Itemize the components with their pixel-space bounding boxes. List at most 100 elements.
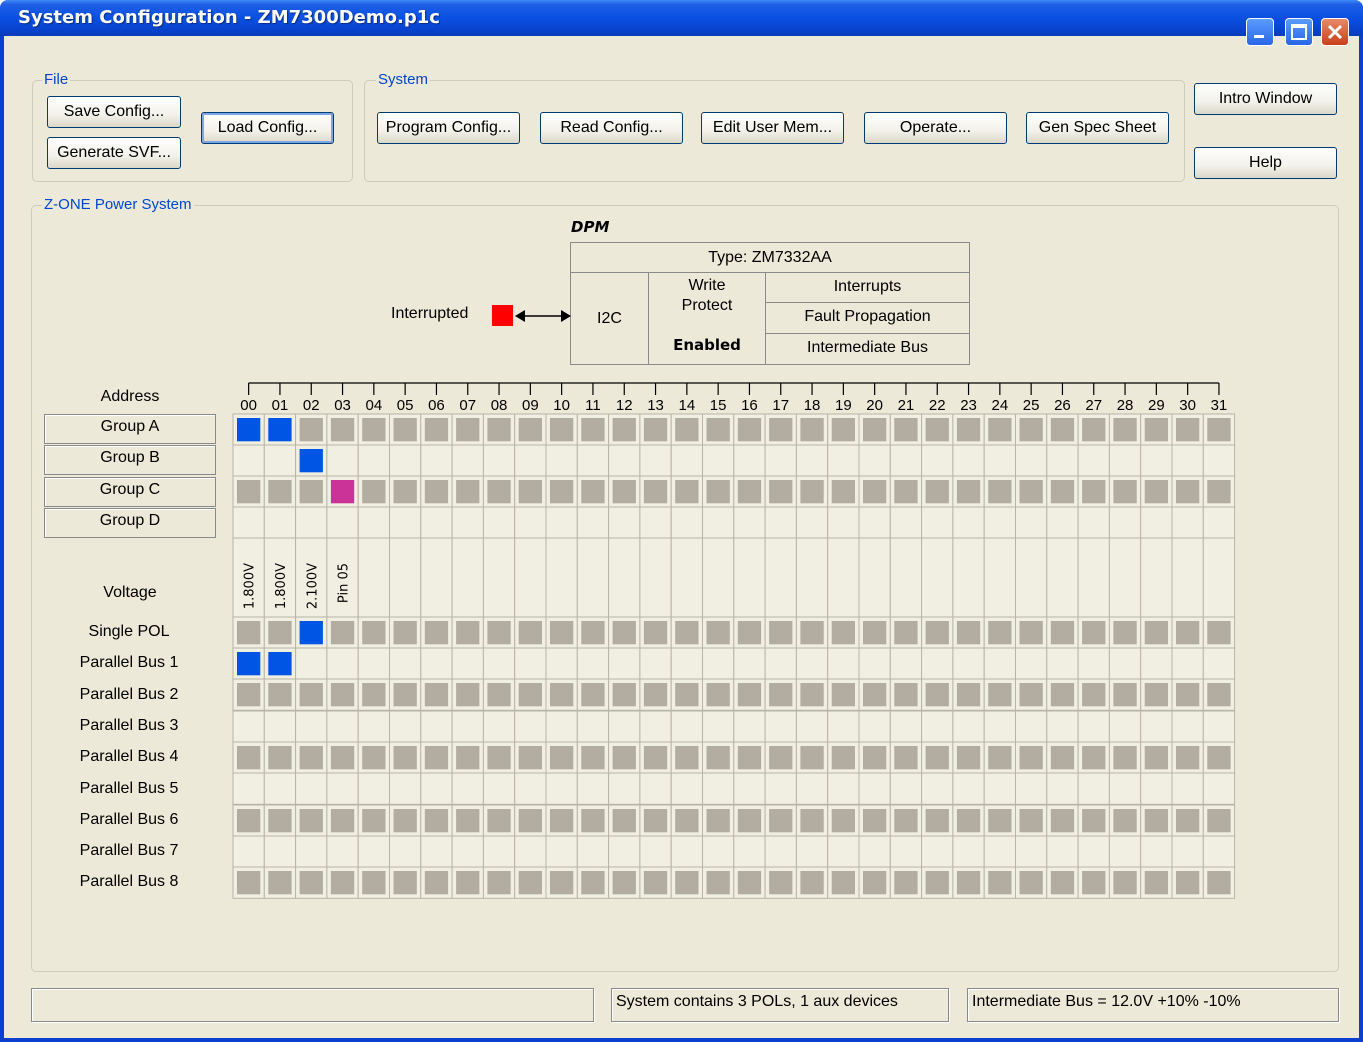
cell-parallel-bus-1-16[interactable] — [733, 647, 766, 680]
cell-group-d-11[interactable] — [576, 506, 610, 539]
cell-parallel-bus-3-20[interactable] — [858, 710, 891, 743]
cell-parallel-bus-3-08[interactable] — [482, 710, 516, 743]
cell-group-d-31[interactable] — [1202, 506, 1236, 539]
cell-parallel-bus-3-16[interactable] — [733, 710, 766, 743]
cell-parallel-bus-3-15[interactable] — [702, 710, 735, 743]
cell-parallel-bus-7-22[interactable] — [921, 835, 954, 868]
cell-parallel-bus-7-30[interactable] — [1171, 835, 1204, 868]
cell-parallel-bus-7-04[interactable] — [357, 835, 391, 868]
cell-group-d-25[interactable] — [1015, 506, 1048, 539]
cell-parallel-bus-3-13[interactable] — [639, 710, 672, 743]
cell-group-d-28[interactable] — [1108, 506, 1142, 539]
cell-parallel-bus-5-15[interactable] — [702, 772, 735, 805]
cell-group-d-26[interactable] — [1046, 506, 1079, 539]
cell-group-d-22[interactable] — [921, 506, 954, 539]
cell-group-d-20[interactable] — [858, 506, 891, 539]
cell-parallel-bus-5-16[interactable] — [733, 772, 766, 805]
cell-parallel-bus-5-23[interactable] — [952, 772, 985, 805]
cell-parallel-bus-5-25[interactable] — [1015, 772, 1048, 805]
cell-group-b-21[interactable] — [889, 444, 923, 477]
cell-group-b-15[interactable] — [702, 444, 735, 477]
cell-parallel-bus-7-00[interactable] — [232, 835, 265, 868]
cell-parallel-bus-1-31[interactable] — [1202, 647, 1236, 680]
cell-group-b-26[interactable] — [1046, 444, 1079, 477]
cell-parallel-bus-1-30[interactable] — [1171, 647, 1204, 680]
cell-parallel-bus-5-26[interactable] — [1046, 772, 1079, 805]
cell-parallel-bus-7-26[interactable] — [1046, 835, 1079, 868]
cell-group-b-24[interactable] — [983, 444, 1017, 477]
cell-parallel-bus-1-27[interactable] — [1077, 647, 1110, 680]
cell-group-b-31[interactable] — [1202, 444, 1236, 477]
cell-parallel-bus-7-16[interactable] — [733, 835, 766, 868]
cell-parallel-bus-1-08[interactable] — [482, 647, 516, 680]
cell-parallel-bus-7-18[interactable] — [795, 835, 829, 868]
cell-group-d-03[interactable] — [326, 506, 359, 539]
cell-parallel-bus-1-13[interactable] — [639, 647, 672, 680]
cell-group-b-27[interactable] — [1077, 444, 1110, 477]
cell-parallel-bus-7-08[interactable] — [482, 835, 516, 868]
cell-parallel-bus-7-27[interactable] — [1077, 835, 1110, 868]
cell-parallel-bus-1-07[interactable] — [451, 647, 484, 680]
cell-parallel-bus-5-14[interactable] — [670, 772, 704, 805]
cell-parallel-bus-5-03[interactable] — [326, 772, 359, 805]
cell-parallel-bus-3-28[interactable] — [1108, 710, 1142, 743]
cell-parallel-bus-5-12[interactable] — [608, 772, 641, 805]
cell-group-b-11[interactable] — [576, 444, 610, 477]
cell-group-d-10[interactable] — [545, 506, 578, 539]
cell-parallel-bus-1-20[interactable] — [858, 647, 891, 680]
cell-parallel-bus-7-31[interactable] — [1202, 835, 1236, 868]
cell-parallel-bus-1-17[interactable] — [764, 647, 797, 680]
cell-parallel-bus-1-23[interactable] — [952, 647, 985, 680]
cell-parallel-bus-3-07[interactable] — [451, 710, 484, 743]
cell-group-b-25[interactable] — [1015, 444, 1048, 477]
cell-parallel-bus-3-31[interactable] — [1202, 710, 1236, 743]
cell-group-b-13[interactable] — [639, 444, 672, 477]
cell-parallel-bus-1-28[interactable] — [1108, 647, 1142, 680]
cell-parallel-bus-3-03[interactable] — [326, 710, 359, 743]
cell-group-d-04[interactable] — [357, 506, 391, 539]
cell-parallel-bus-5-18[interactable] — [795, 772, 829, 805]
cell-parallel-bus-7-10[interactable] — [545, 835, 578, 868]
cell-group-b-23[interactable] — [952, 444, 985, 477]
cell-parallel-bus-7-23[interactable] — [952, 835, 985, 868]
cell-group-b-28[interactable] — [1108, 444, 1142, 477]
cell-group-d-05[interactable] — [389, 506, 422, 539]
cell-group-d-18[interactable] — [795, 506, 829, 539]
cell-parallel-bus-5-13[interactable] — [639, 772, 672, 805]
cell-group-b-01[interactable] — [263, 444, 297, 477]
cell-group-d-13[interactable] — [639, 506, 672, 539]
cell-parallel-bus-7-14[interactable] — [670, 835, 704, 868]
cell-group-b-08[interactable] — [482, 444, 516, 477]
cell-group-d-14[interactable] — [670, 506, 704, 539]
cell-group-b-07[interactable] — [451, 444, 484, 477]
cell-parallel-bus-3-30[interactable] — [1171, 710, 1204, 743]
cell-parallel-bus-5-17[interactable] — [764, 772, 797, 805]
cell-group-b-14[interactable] — [670, 444, 704, 477]
cell-group-b-05[interactable] — [389, 444, 422, 477]
cell-group-b-17[interactable] — [764, 444, 797, 477]
cell-group-d-02[interactable] — [295, 506, 328, 539]
cell-parallel-bus-5-30[interactable] — [1171, 772, 1204, 805]
cell-parallel-bus-5-07[interactable] — [451, 772, 484, 805]
cell-parallel-bus-1-02[interactable] — [295, 647, 328, 680]
cell-parallel-bus-3-04[interactable] — [357, 710, 391, 743]
cell-group-d-21[interactable] — [889, 506, 923, 539]
cell-parallel-bus-5-21[interactable] — [889, 772, 923, 805]
cell-parallel-bus-5-19[interactable] — [827, 772, 860, 805]
cell-parallel-bus-3-11[interactable] — [576, 710, 610, 743]
cell-parallel-bus-1-10[interactable] — [545, 647, 578, 680]
cell-parallel-bus-7-06[interactable] — [420, 835, 453, 868]
cell-parallel-bus-1-11[interactable] — [576, 647, 610, 680]
cell-parallel-bus-5-29[interactable] — [1140, 772, 1173, 805]
cell-parallel-bus-7-25[interactable] — [1015, 835, 1048, 868]
cell-parallel-bus-7-20[interactable] — [858, 835, 891, 868]
cell-group-d-23[interactable] — [952, 506, 985, 539]
cell-group-b-18[interactable] — [795, 444, 829, 477]
cell-group-d-07[interactable] — [451, 506, 484, 539]
cell-parallel-bus-3-18[interactable] — [795, 710, 829, 743]
cell-parallel-bus-5-09[interactable] — [514, 772, 547, 805]
cell-parallel-bus-5-22[interactable] — [921, 772, 954, 805]
cell-parallel-bus-7-09[interactable] — [514, 835, 547, 868]
cell-group-b-30[interactable] — [1171, 444, 1204, 477]
cell-parallel-bus-5-08[interactable] — [482, 772, 516, 805]
